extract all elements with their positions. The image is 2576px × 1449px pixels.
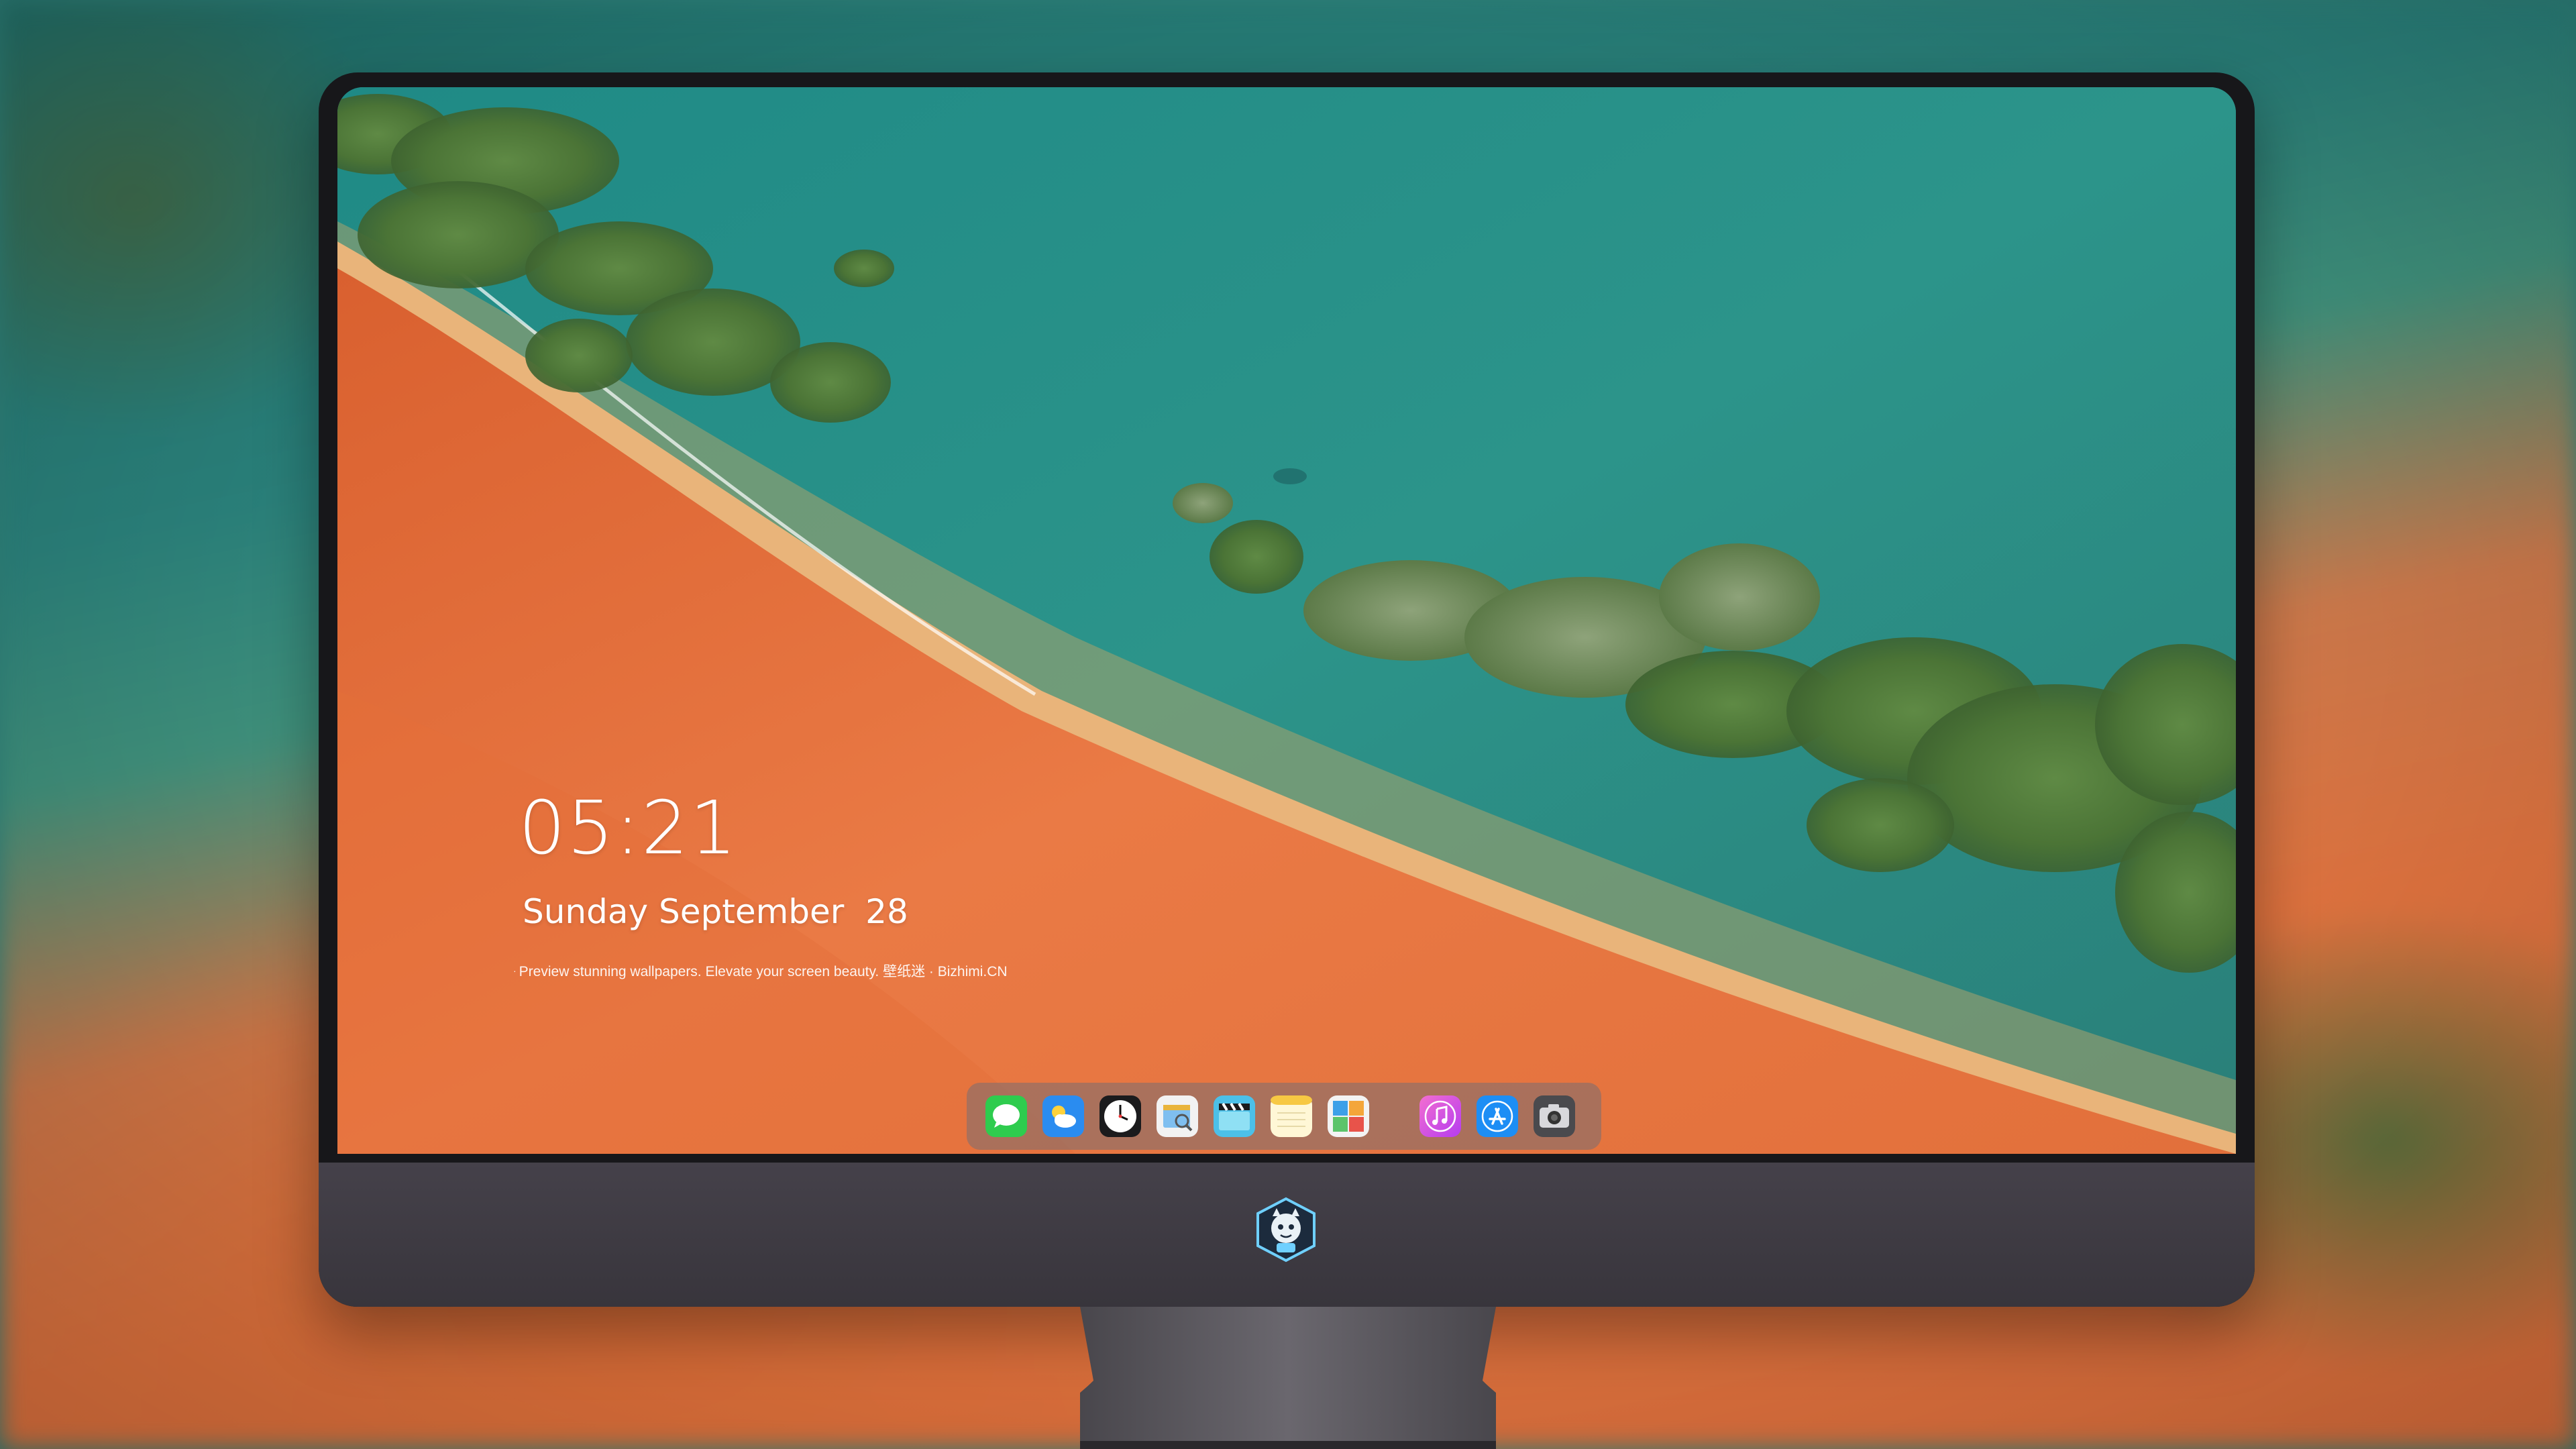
link-icon: · <box>513 965 517 976</box>
messages-icon[interactable] <box>985 1095 1027 1137</box>
promo-text: Preview stunning wallpapers. Elevate you… <box>519 964 1008 979</box>
notes-icon[interactable] <box>1271 1095 1312 1137</box>
desktop-screen: 05:21 Sunday September 28 · Preview stun… <box>337 87 2236 1154</box>
clock-icon[interactable] <box>1099 1095 1141 1137</box>
lockscreen-time: 05:21 <box>519 785 739 871</box>
photo-booth-icon[interactable] <box>1328 1095 1369 1137</box>
lockscreen-date: Sunday September 28 <box>523 892 908 931</box>
clapper-icon[interactable] <box>1214 1095 1255 1137</box>
monitor-stand <box>1080 1307 1496 1449</box>
weather-icon[interactable] <box>1042 1095 1084 1137</box>
promo-link[interactable]: · Preview stunning wallpapers. Elevate y… <box>513 961 1008 981</box>
monitor: 05:21 Sunday September 28 · Preview stun… <box>319 72 2255 1307</box>
preview-icon[interactable] <box>1157 1095 1198 1137</box>
camera-icon[interactable] <box>1534 1095 1575 1137</box>
mascot-logo <box>1256 1197 1316 1263</box>
dock <box>967 1083 1601 1150</box>
wallpaper <box>337 87 2236 1154</box>
music-icon[interactable] <box>1419 1095 1461 1137</box>
app-store-icon[interactable] <box>1477 1095 1518 1137</box>
